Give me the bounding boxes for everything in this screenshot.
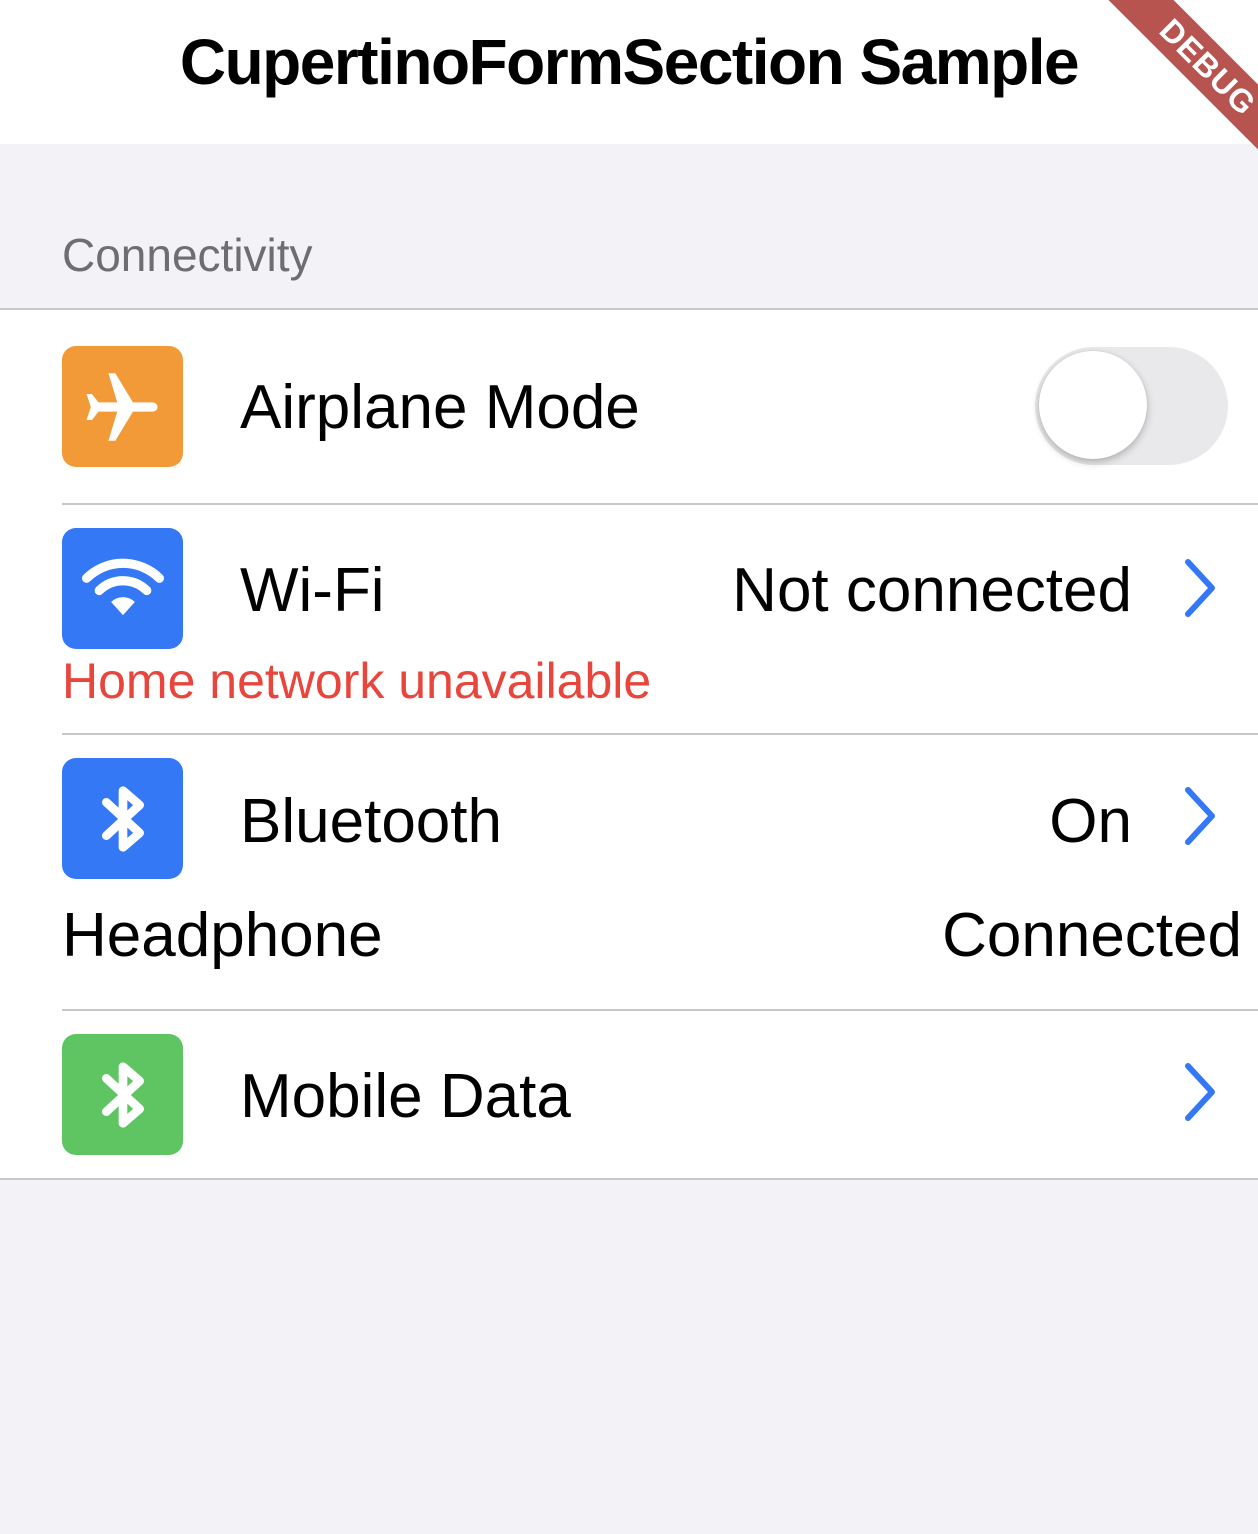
switch-knob[interactable] [1039, 351, 1147, 459]
chevron-right-icon[interactable] [1180, 1062, 1220, 1122]
row-divider [62, 1009, 1258, 1011]
bluetooth-status-value: On [1049, 787, 1132, 856]
debug-banner-label: DEBUG [1099, 0, 1258, 176]
wifi-icon [62, 528, 183, 649]
headphone-status-value: Connected [942, 901, 1242, 970]
row-label-wifi: Wi-Fi [240, 556, 385, 625]
chevron-right-icon[interactable] [1180, 558, 1220, 618]
row-divider [62, 733, 1258, 735]
wifi-error-text: Home network unavailable [62, 653, 652, 709]
debug-banner: DEBUG [1058, 0, 1258, 200]
airplane-mode-switch[interactable] [1035, 347, 1228, 465]
headphone-label: Headphone [62, 901, 383, 970]
section-header: Connectivity [62, 229, 313, 281]
bluetooth-icon [62, 1034, 183, 1155]
bluetooth-icon [62, 758, 183, 879]
row-label-airplane-mode: Airplane Mode [240, 373, 640, 442]
row-divider [62, 503, 1258, 505]
wifi-status-value: Not connected [732, 556, 1132, 625]
chevron-right-icon[interactable] [1180, 786, 1220, 846]
airplane-icon [62, 346, 183, 467]
row-label-bluetooth: Bluetooth [240, 787, 502, 856]
row-label-mobile-data: Mobile Data [240, 1062, 571, 1131]
